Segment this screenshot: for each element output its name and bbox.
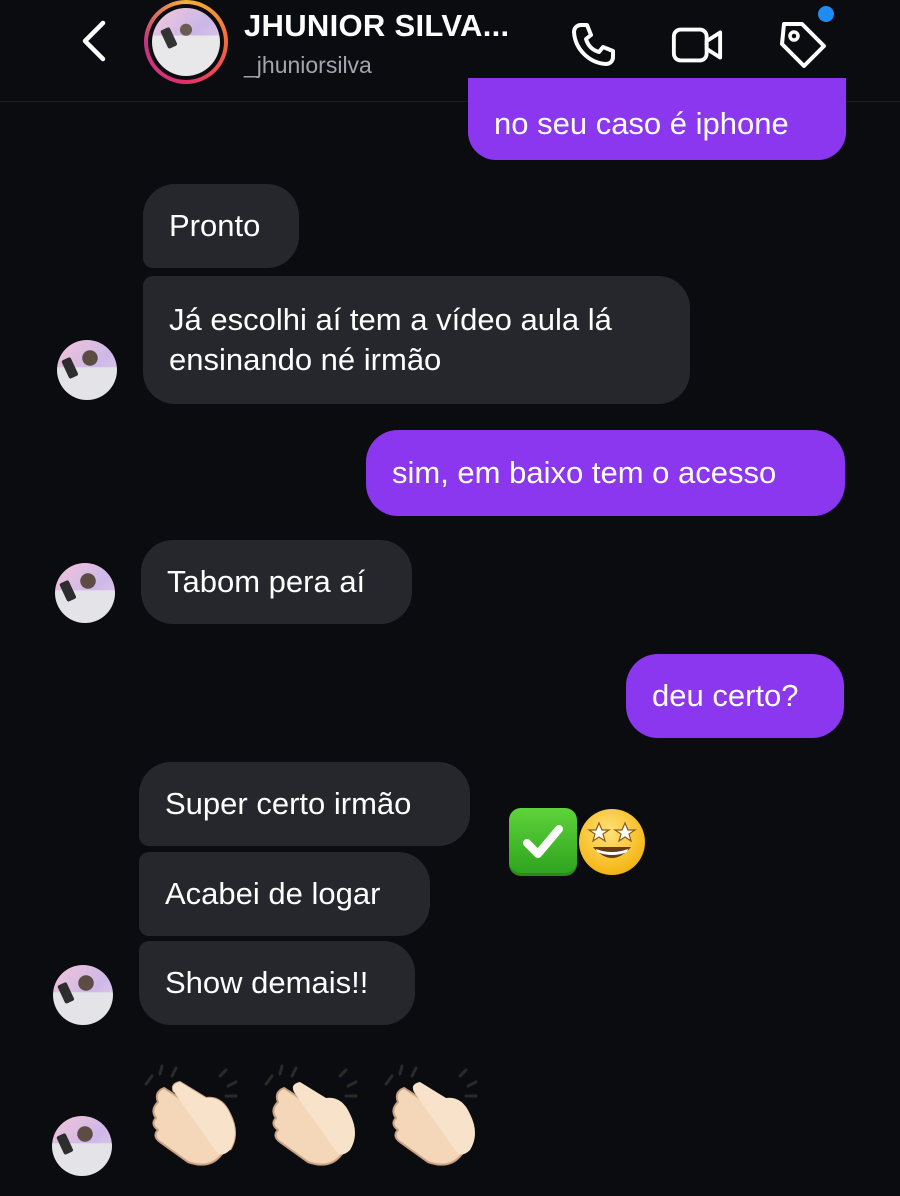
message-incoming[interactable]: Pronto (143, 184, 299, 268)
message-text: Tabom pera aí (167, 564, 366, 599)
profile-avatar[interactable] (144, 0, 228, 84)
sender-avatar[interactable] (52, 1116, 112, 1176)
sender-avatar[interactable] (53, 965, 113, 1025)
call-button[interactable] (566, 18, 620, 72)
tag-button[interactable] (776, 18, 830, 72)
video-camera-icon (671, 27, 723, 63)
message-outgoing[interactable]: no seu caso é iphone (468, 78, 846, 160)
message-incoming[interactable]: Tabom pera aí (141, 540, 412, 624)
message-text: Show demais!! (165, 965, 369, 1000)
message-text: Acabei de logar (165, 876, 381, 911)
chevron-left-icon (82, 20, 106, 62)
check-mark-button-emoji (509, 808, 577, 876)
contact-name[interactable]: JHUNIOR SILVA... (244, 8, 509, 44)
message-incoming[interactable]: Show demais!! (139, 941, 415, 1025)
message-text: deu certo? (652, 678, 799, 713)
message-text: Pronto (169, 208, 261, 243)
sender-avatar[interactable] (55, 563, 115, 623)
notification-dot (818, 6, 834, 22)
message-incoming[interactable]: Já escolhi aí tem a vídeo aula lá ensina… (143, 276, 690, 404)
sender-avatar[interactable] (57, 340, 117, 400)
message-text: sim, em baixo tem o acesso (392, 455, 777, 490)
message-reactions[interactable] (509, 808, 645, 876)
message-incoming[interactable]: Acabei de logar (139, 852, 430, 936)
star-struck-emoji (579, 809, 645, 875)
message-text: Super certo irmão (165, 786, 412, 821)
back-button[interactable] (72, 16, 116, 66)
message-incoming[interactable]: Super certo irmão (139, 762, 470, 846)
clapping-hands-emoji (260, 1062, 362, 1170)
message-text: no seu caso é iphone (494, 106, 789, 141)
phone-icon (572, 23, 615, 66)
message-text: Já escolhi aí tem a vídeo aula lá ensina… (169, 302, 612, 377)
contact-username[interactable]: _jhuniorsilva (244, 52, 372, 79)
chat-screen: JHUNIOR SILVA... _jhuniorsilva no seu ca… (0, 0, 900, 1196)
message-outgoing[interactable]: sim, em baixo tem o acesso (366, 430, 845, 516)
clapping-hands-emoji (140, 1062, 242, 1170)
profile-photo (152, 8, 220, 76)
emoji-message[interactable] (140, 1062, 482, 1170)
tag-icon (780, 22, 826, 68)
clapping-hands-emoji (380, 1062, 482, 1170)
message-outgoing[interactable]: deu certo? (626, 654, 844, 738)
video-call-button[interactable] (670, 18, 724, 72)
